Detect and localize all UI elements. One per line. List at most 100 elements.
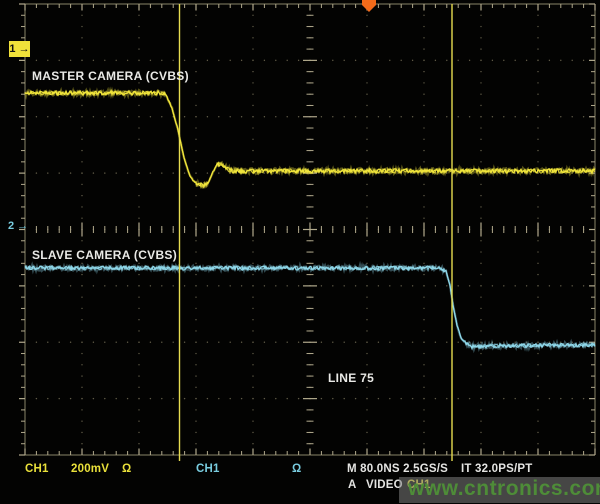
graticule-dot: [252, 48, 253, 49]
graticule-dot: [423, 319, 424, 320]
graticule-dot: [412, 116, 413, 117]
graticule-dot: [81, 285, 82, 286]
graticule-dot: [537, 342, 538, 343]
graticule-dot: [480, 251, 481, 252]
graticule-dot: [161, 172, 162, 173]
graticule-dot: [412, 342, 413, 343]
graticule-dot: [127, 172, 128, 173]
graticule-dot: [207, 398, 208, 399]
graticule-dot: [138, 127, 139, 128]
graticule-dot: [138, 443, 139, 444]
graticule-dot: [389, 398, 390, 399]
graticule-dot: [572, 285, 573, 286]
trigger-type: VIDEO: [366, 480, 403, 492]
graticule-dot: [401, 285, 402, 286]
graticule-dot: [560, 398, 561, 399]
graticule-dot: [344, 285, 345, 286]
graticule-dot: [252, 308, 253, 309]
graticule-dot: [480, 94, 481, 95]
graticule-dot: [184, 342, 185, 343]
graticule-dot: [195, 116, 196, 117]
ch1-vertical-scale[interactable]: 200mV: [71, 464, 109, 476]
slave-camera-label: SLAVE CAMERA (CVBS): [32, 249, 177, 261]
graticule-dot: [241, 398, 242, 399]
graticule-dot: [138, 105, 139, 106]
graticule-dot: [138, 353, 139, 354]
graticule-dot: [480, 375, 481, 376]
graticule-dot: [537, 387, 538, 388]
graticule-dot: [195, 71, 196, 72]
graticule-dot: [537, 330, 538, 331]
graticule-dot: [480, 150, 481, 151]
graticule-dot: [355, 398, 356, 399]
graticule-dot: [503, 60, 504, 61]
graticule-dot: [423, 94, 424, 95]
graticule-dot: [332, 116, 333, 117]
graticule-dot: [366, 116, 367, 117]
graticule-dot: [423, 353, 424, 354]
channel2-position-marker[interactable]: 2 →: [8, 220, 28, 232]
graticule-dot: [81, 240, 82, 241]
graticule-dot: [59, 342, 60, 343]
graticule-dot: [423, 71, 424, 72]
graticule-dot: [537, 409, 538, 410]
graticule-dot: [537, 251, 538, 252]
graticule-dot: [321, 60, 322, 61]
graticule-dot: [332, 398, 333, 399]
graticule-dot: [241, 285, 242, 286]
channel1-position-marker[interactable]: 1 →: [9, 41, 30, 57]
graticule-dot: [252, 285, 253, 286]
graticule-dot: [537, 375, 538, 376]
graticule-dot: [138, 48, 139, 49]
graticule-dot: [423, 240, 424, 241]
graticule-dot: [230, 60, 231, 61]
graticule-dot: [537, 161, 538, 162]
graticule-dot: [366, 206, 367, 207]
graticule-dot: [36, 172, 37, 173]
graticule-dot: [138, 263, 139, 264]
graticule-dot: [537, 364, 538, 365]
graticule-dot: [81, 330, 82, 331]
graticule-dot: [423, 184, 424, 185]
graticule-dot: [423, 105, 424, 106]
graticule-dot: [423, 150, 424, 151]
graticule-dot: [389, 342, 390, 343]
graticule-dot: [583, 60, 584, 61]
graticule-dot: [252, 342, 253, 343]
graticule-dot: [366, 82, 367, 83]
graticule-dot: [59, 60, 60, 61]
graticule-dot: [195, 82, 196, 83]
graticule-dot: [480, 184, 481, 185]
graticule-dot: [195, 420, 196, 421]
graticule-dot: [366, 319, 367, 320]
graticule-dot: [537, 218, 538, 219]
graticule-dot: [104, 398, 105, 399]
graticule-dot: [195, 251, 196, 252]
graticule-dot: [47, 116, 48, 117]
graticule-dot: [138, 150, 139, 151]
graticule-dot: [480, 285, 481, 286]
graticule-dot: [526, 398, 527, 399]
graticule-dot: [480, 420, 481, 421]
graticule-dot: [287, 398, 288, 399]
graticule-dot: [70, 285, 71, 286]
graticule-dot: [355, 342, 356, 343]
graticule-dot: [423, 161, 424, 162]
graticule-dot: [195, 432, 196, 433]
graticule-dot: [81, 127, 82, 128]
graticule-dot: [252, 375, 253, 376]
graticule-dot: [287, 116, 288, 117]
graticule-dot: [138, 398, 139, 399]
graticule-dot: [81, 308, 82, 309]
graticule-dot: [150, 285, 151, 286]
graticule-dot: [537, 150, 538, 151]
graticule-dot: [549, 342, 550, 343]
graticule-dot: [537, 353, 538, 354]
sample-interval-readout: IT 32.0PS/PT: [461, 464, 532, 476]
graticule-dot: [321, 285, 322, 286]
trigger-position-marker-icon[interactable]: [362, 0, 376, 12]
graticule-dot: [70, 172, 71, 173]
graticule-dot: [572, 60, 573, 61]
graticule-dot: [81, 409, 82, 410]
graticule-dot: [264, 285, 265, 286]
